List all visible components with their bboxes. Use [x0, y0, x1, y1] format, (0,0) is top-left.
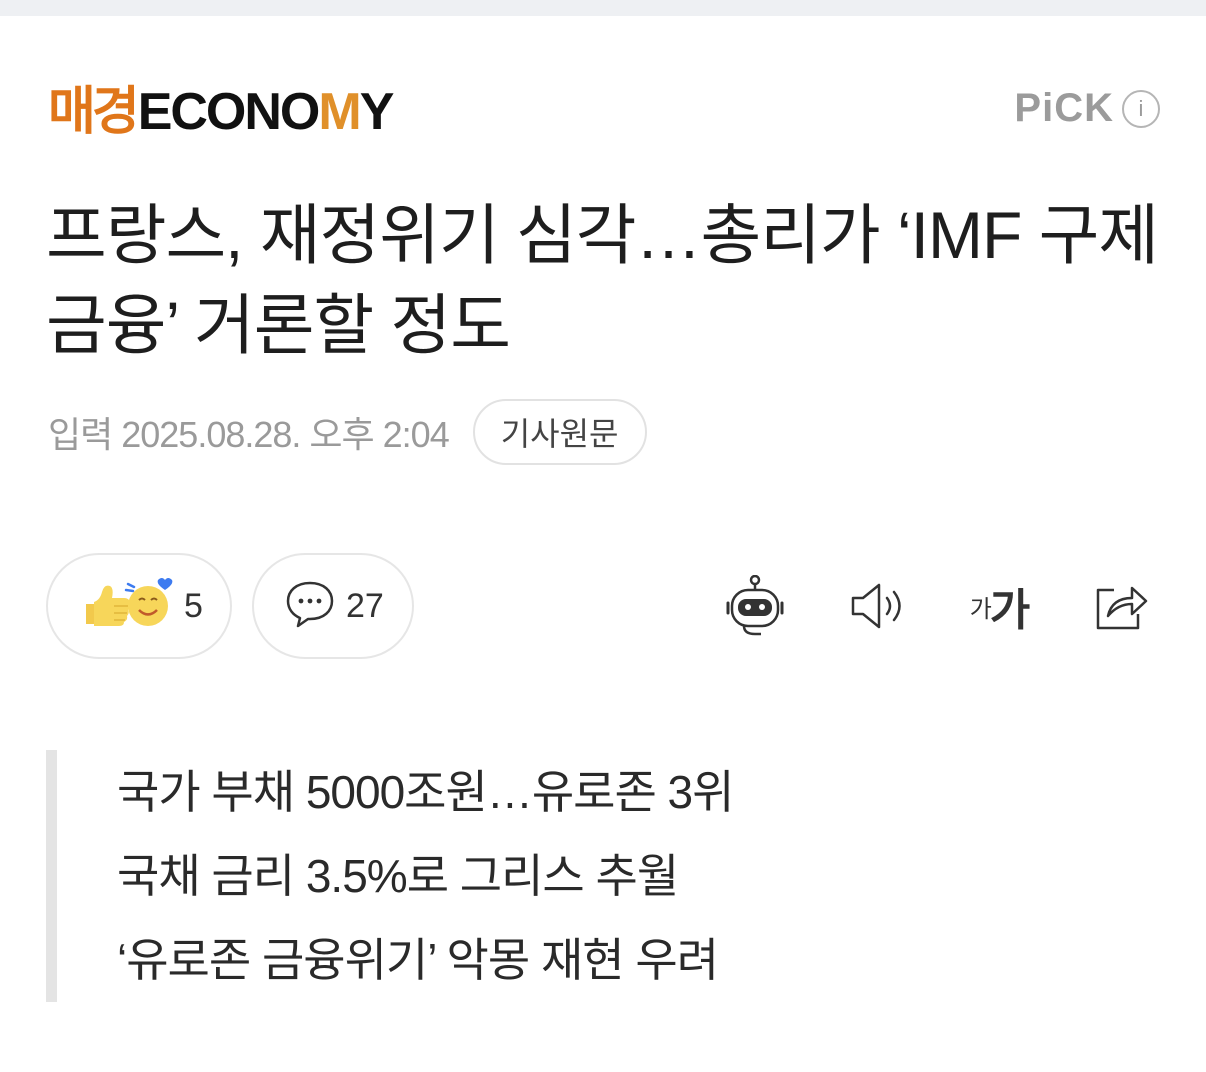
- top-status-strip: [0, 0, 1206, 16]
- comment-button[interactable]: 27: [252, 553, 414, 659]
- article-meta: 입력 2025.08.28. 오후 2:04 기사원문: [48, 398, 647, 466]
- logo-english-end: Y: [359, 83, 395, 141]
- article-summary: 국가 부채 5000조원…유로존 3위 국채 금리 3.5%로 그리스 추월 ‘…: [46, 750, 1146, 1002]
- toolbar: 가가: [720, 571, 1156, 641]
- pick-badge[interactable]: PiCK i: [1014, 86, 1160, 131]
- share-icon[interactable]: [1086, 571, 1156, 641]
- article-header: 매경ECONOMY PiCK i: [48, 80, 1160, 144]
- font-size-icon[interactable]: 가가: [964, 571, 1034, 641]
- article-date: 입력 2025.08.28. 오후 2:04: [48, 414, 450, 455]
- speech-bubble-icon: [284, 579, 336, 634]
- comment-count: 27: [346, 586, 384, 625]
- reaction-button[interactable]: 5: [46, 553, 232, 659]
- speaker-icon[interactable]: [842, 571, 912, 641]
- summary-line: 국채 금리 3.5%로 그리스 추월: [117, 850, 679, 902]
- action-bar: 5 27 가 가: [46, 553, 1156, 659]
- summary-line: 국가 부채 5000조원…유로존 3위: [117, 766, 734, 818]
- thumbs-up-smile-icon: [78, 576, 174, 637]
- press-logo[interactable]: 매경ECONOMY: [48, 83, 395, 141]
- font-size-large-glyph: 가: [989, 586, 1031, 635]
- reaction-count: 5: [184, 586, 203, 625]
- original-article-button[interactable]: 기사원문: [472, 399, 647, 465]
- logo-korean-part: 매경: [48, 83, 140, 141]
- article-headline: 프랑스, 재정위기 심각…총리가 ‘IMF 구제금융’ 거론할 정도: [46, 198, 1159, 362]
- robot-icon[interactable]: [720, 571, 790, 641]
- logo-english-m: M: [318, 83, 361, 141]
- pick-label: PiCK: [1014, 86, 1114, 130]
- info-icon[interactable]: i: [1122, 89, 1160, 128]
- font-size-small-glyph: 가: [969, 595, 992, 623]
- logo-english-part: ECONO: [137, 83, 321, 141]
- summary-line: ‘유로존 금융위기’ 악몽 재현 우려: [117, 934, 719, 986]
